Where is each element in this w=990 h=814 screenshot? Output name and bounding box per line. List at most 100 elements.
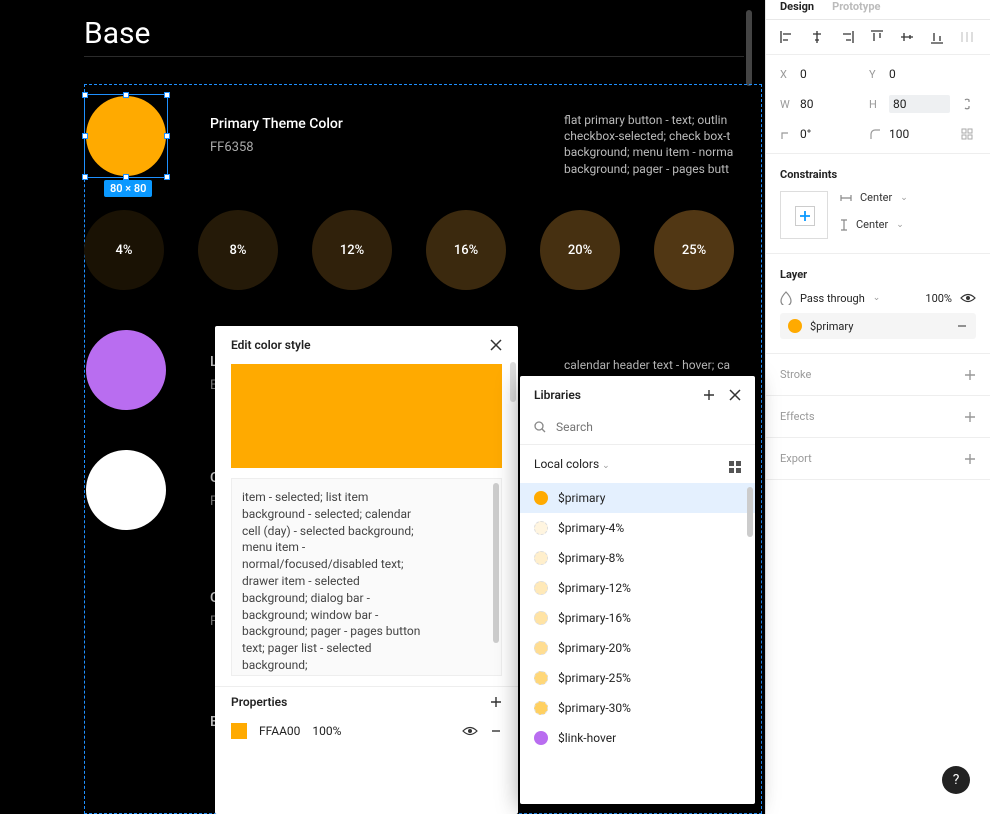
constraint-v-select[interactable]: Center ⌄ [840, 218, 908, 231]
tint-row: 4% 8% 12% 16% 20% 25% [84, 210, 734, 290]
library-color-item[interactable]: $primary-16% [520, 603, 755, 633]
tint-swatch[interactable]: 25% [654, 210, 734, 290]
edit-color-style-popover[interactable]: Edit color style item - selected; list i… [215, 326, 518, 814]
w-input[interactable]: 80 [800, 97, 861, 111]
color-chip[interactable] [231, 364, 502, 468]
visibility-icon[interactable] [960, 293, 976, 303]
library-item-label: $primary-30% [558, 701, 631, 715]
tint-swatch[interactable]: 16% [426, 210, 506, 290]
library-swatch-icon [534, 521, 548, 535]
library-color-item[interactable]: $primary-12% [520, 573, 755, 603]
link-hover-usage: calendar header text - hover; ca [564, 358, 754, 372]
align-bottom-icon[interactable] [930, 30, 944, 44]
add-library-icon[interactable] [703, 389, 715, 401]
fill-style-row[interactable]: $primary [780, 313, 976, 339]
library-search-input[interactable] [556, 420, 741, 434]
ruler-scroll[interactable] [746, 10, 752, 86]
chevron-down-icon: ⌄ [896, 220, 904, 230]
tab-design[interactable]: Design [780, 0, 814, 13]
align-hcenter-icon[interactable] [810, 30, 824, 44]
property-opacity[interactable]: 100% [312, 724, 341, 738]
align-right-icon[interactable] [840, 30, 854, 44]
grid-view-icon[interactable] [729, 455, 741, 473]
align-vcenter-icon[interactable] [900, 30, 914, 44]
library-swatch-icon [534, 551, 548, 565]
tint-swatch[interactable]: 4% [84, 210, 164, 290]
library-color-item[interactable]: $primary-20% [520, 633, 755, 663]
library-swatch-icon [534, 641, 548, 655]
inspector-panel: Design Prototype X 0 Y 0 W 80 H 80 0° 10… [765, 0, 990, 814]
stroke-section[interactable]: Stroke [766, 354, 990, 396]
constraint-h-select[interactable]: Center ⌄ [840, 191, 908, 204]
add-stroke-icon[interactable] [964, 369, 976, 381]
effects-section[interactable]: Effects [766, 396, 990, 438]
library-swatch-icon [534, 581, 548, 595]
library-swatch-icon [534, 611, 548, 625]
description-scrollbar[interactable] [493, 483, 499, 643]
layer-opacity-input[interactable]: 100% [925, 292, 952, 305]
layer-section: Layer Pass through ⌄ 100% $primary [766, 254, 990, 354]
x-input[interactable]: 0 [800, 67, 861, 81]
h-label: H [869, 98, 881, 111]
property-hex[interactable]: FFAA00 [259, 724, 300, 738]
library-color-item[interactable]: $link-hover [520, 723, 755, 753]
white-swatch[interactable] [86, 450, 166, 530]
libraries-popover[interactable]: Libraries Local colors ⌄ $primary$primar… [520, 376, 755, 804]
style-description[interactable]: item - selected; list item background - … [231, 478, 502, 676]
rotation-input[interactable]: 0° [800, 127, 861, 141]
add-effect-icon[interactable] [964, 411, 976, 423]
tint-swatch[interactable]: 12% [312, 210, 392, 290]
blend-mode-select[interactable]: Pass through ⌄ [780, 291, 880, 305]
link-hover-swatch[interactable] [86, 330, 166, 410]
library-scrollbar[interactable] [747, 487, 753, 537]
constraints-section: Constraints Center ⌄ Center ⌄ [766, 154, 990, 254]
close-icon[interactable] [490, 339, 502, 351]
library-color-item[interactable]: $primary-8% [520, 543, 755, 573]
transform-section: X 0 Y 0 W 80 H 80 0° 100 [766, 55, 990, 154]
popover-scrollbar[interactable] [510, 362, 516, 402]
constraint-v-icon [840, 219, 848, 231]
distribute-icon[interactable] [960, 30, 974, 44]
remove-property-icon[interactable] [490, 725, 502, 737]
dimension-badge: 80 × 80 [104, 180, 152, 197]
align-top-icon[interactable] [870, 30, 884, 44]
local-colors-dropdown[interactable]: Local colors ⌄ [534, 457, 610, 471]
primary-usage: flat primary button - text; outlin check… [564, 112, 764, 177]
tab-prototype[interactable]: Prototype [832, 0, 880, 13]
help-button[interactable]: ? [942, 766, 970, 794]
corner-radius-icon [869, 129, 881, 140]
y-input[interactable]: 0 [889, 67, 950, 81]
corner-radius-input[interactable]: 100 [889, 127, 950, 141]
link-dimensions-icon[interactable] [958, 97, 976, 111]
library-color-item[interactable]: $primary-4% [520, 513, 755, 543]
library-color-item[interactable]: $primary [520, 483, 755, 513]
visibility-icon[interactable] [462, 726, 478, 736]
detach-style-icon[interactable] [956, 320, 968, 332]
property-swatch-icon[interactable] [231, 723, 247, 739]
property-row[interactable]: FFAA00 100% [215, 717, 518, 751]
align-left-icon[interactable] [780, 30, 794, 44]
add-export-icon[interactable] [964, 453, 976, 465]
tint-swatch[interactable]: 20% [540, 210, 620, 290]
library-swatch-icon [534, 491, 548, 505]
close-libraries-icon[interactable] [729, 389, 741, 401]
library-color-item[interactable]: $primary-30% [520, 693, 755, 723]
export-section[interactable]: Export [766, 438, 990, 480]
library-swatch-icon [534, 671, 548, 685]
independent-corners-icon[interactable] [958, 128, 976, 140]
fill-style-name: $primary [810, 320, 853, 333]
library-swatch-icon [534, 701, 548, 715]
h-input[interactable]: 80 [889, 95, 950, 113]
selection-box[interactable] [84, 94, 168, 178]
constraint-widget[interactable] [780, 191, 828, 239]
library-item-label: $primary-8% [558, 551, 624, 565]
library-item-label: $primary-16% [558, 611, 631, 625]
alignment-toolbar [766, 20, 990, 55]
library-color-list[interactable]: $primary$primary-4% $primary-8% $primary-1… [520, 483, 755, 804]
constraint-h-icon [840, 194, 852, 202]
add-property-icon[interactable] [490, 696, 502, 708]
tint-swatch[interactable]: 8% [198, 210, 278, 290]
library-item-label: $primary-25% [558, 671, 631, 685]
library-color-item[interactable]: $primary-25% [520, 663, 755, 693]
chevron-down-icon: ⌄ [602, 461, 610, 471]
